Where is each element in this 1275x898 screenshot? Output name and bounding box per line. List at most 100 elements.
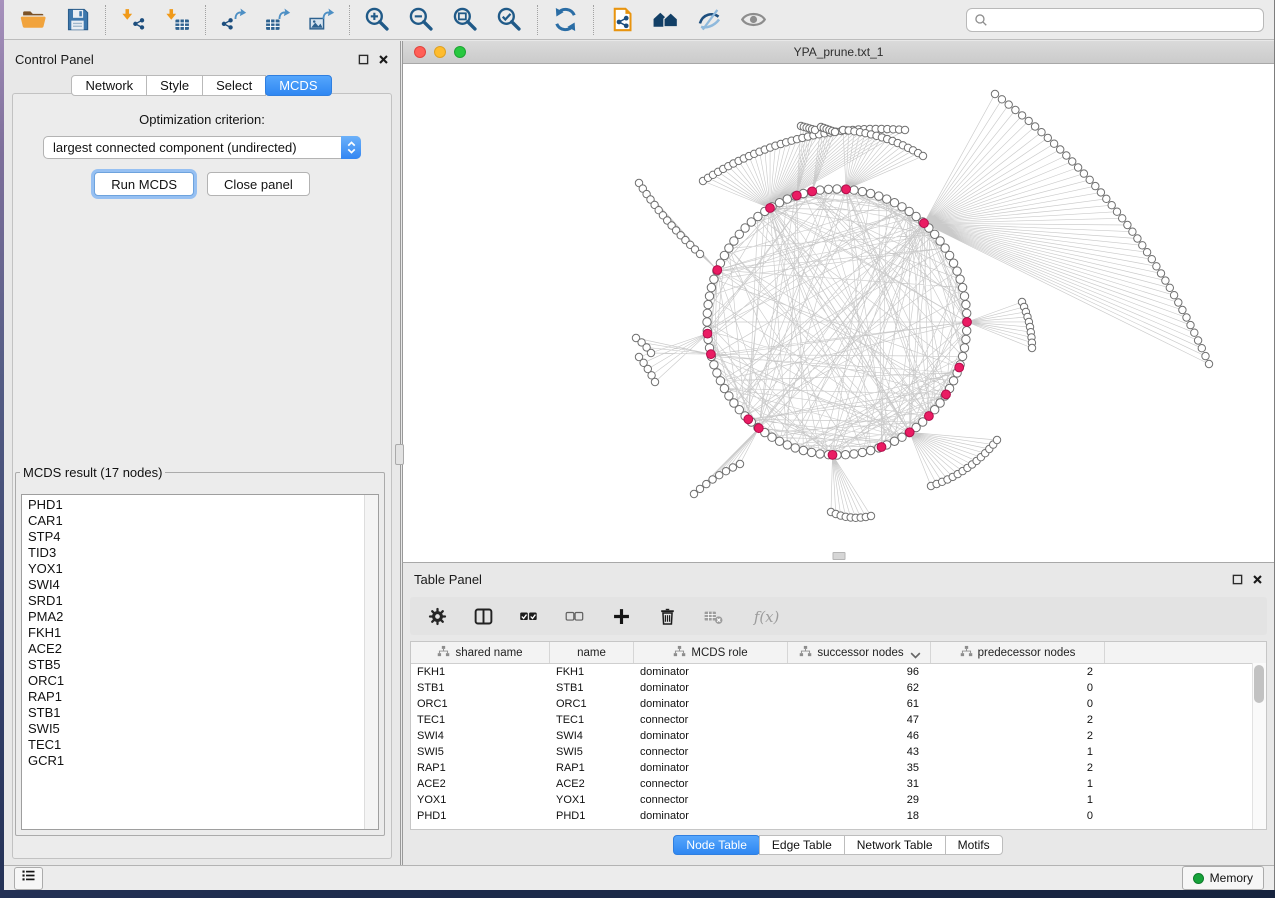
table-row[interactable]: TEC1TEC1connector472 xyxy=(411,712,1266,728)
columns-button[interactable] xyxy=(473,606,494,627)
table-cell: connector xyxy=(634,746,788,758)
hide-details-icon[interactable] xyxy=(696,6,723,33)
mcds-result-item[interactable]: ORC1 xyxy=(28,673,364,689)
mcds-result-list[interactable]: PHD1CAR1STP4TID3YOX1SWI4SRD1PMA2FKH1ACE2… xyxy=(22,495,364,829)
optimization-criterion-select[interactable]: largest connected component (undirected) xyxy=(43,136,361,159)
table-cell: dominator xyxy=(634,682,788,694)
mcds-result-item[interactable]: STP4 xyxy=(28,529,364,545)
column-header-shared-name[interactable]: shared name xyxy=(411,642,550,663)
save-session-icon[interactable] xyxy=(64,6,91,33)
close-window-icon[interactable] xyxy=(414,46,426,58)
table-row[interactable]: ACE2ACE2connector311 xyxy=(411,776,1266,792)
network-window-titlebar[interactable]: YPA_prune.txt_1 xyxy=(403,41,1274,64)
table-cell: TEC1 xyxy=(411,714,550,726)
table-row[interactable]: SWI5SWI5connector431 xyxy=(411,744,1266,760)
table-cell: 0 xyxy=(931,682,1105,694)
task-history-button[interactable] xyxy=(14,867,43,890)
result-scrollbar[interactable] xyxy=(364,495,378,829)
table-row[interactable]: YOX1YOX1connector291 xyxy=(411,792,1266,808)
mcds-result-item[interactable]: ACE2 xyxy=(28,641,364,657)
zoom-fit-icon[interactable] xyxy=(452,6,479,33)
tab-node-table[interactable]: Node Table xyxy=(673,835,760,855)
mcds-result-item[interactable]: STB1 xyxy=(28,705,364,721)
horizontal-splitter-handle[interactable] xyxy=(832,552,845,560)
mcds-result-item[interactable]: STB5 xyxy=(28,657,364,673)
mcds-result-item[interactable]: PHD1 xyxy=(28,497,364,513)
tab-edge-table[interactable]: Edge Table xyxy=(759,835,845,855)
mcds-result-item[interactable]: FKH1 xyxy=(28,625,364,641)
select-all-button[interactable] xyxy=(519,606,540,627)
import-table-icon[interactable] xyxy=(164,6,191,33)
mcds-result-item[interactable]: PMA2 xyxy=(28,609,364,625)
table-row[interactable]: SWI4SWI4dominator462 xyxy=(411,728,1266,744)
fx-button: f(x) xyxy=(749,606,785,627)
column-header-successor-nodes[interactable]: successor nodes xyxy=(788,642,931,663)
eye-icon[interactable] xyxy=(740,6,767,33)
tab-network-table[interactable]: Network Table xyxy=(844,835,946,855)
vertical-splitter-handle[interactable] xyxy=(395,444,404,465)
home-icon[interactable] xyxy=(652,6,679,33)
refresh-icon[interactable] xyxy=(552,6,579,33)
control-panel: Control Panel NetworkStyleSelectMCDS Opt… xyxy=(4,41,401,865)
tab-motifs[interactable]: Motifs xyxy=(945,835,1003,855)
export-network-icon[interactable] xyxy=(220,6,247,33)
zoom-selected-icon[interactable] xyxy=(496,6,523,33)
status-bar: Memory xyxy=(4,865,1274,890)
float-panel-icon[interactable] xyxy=(358,54,369,65)
close-panel-button[interactable]: Close panel xyxy=(207,172,310,196)
minimize-window-icon[interactable] xyxy=(434,46,446,58)
table-header-row: shared namenameMCDS rolesuccessor nodesp… xyxy=(411,642,1266,664)
share-document-icon[interactable] xyxy=(608,6,635,33)
table-row[interactable]: STB1STB1dominator620 xyxy=(411,680,1266,696)
mcds-result-item[interactable]: RAP1 xyxy=(28,689,364,705)
table-row[interactable]: PHD1PHD1dominator180 xyxy=(411,808,1266,824)
tab-network[interactable]: Network xyxy=(71,75,147,96)
mcds-result-item[interactable]: SWI5 xyxy=(28,721,364,737)
mcds-result-item[interactable]: YOX1 xyxy=(28,561,364,577)
search-input[interactable] xyxy=(993,12,1263,28)
tab-select[interactable]: Select xyxy=(202,75,266,96)
table-cell: 46 xyxy=(788,730,931,742)
delete-row-button[interactable] xyxy=(657,606,678,627)
open-session-icon[interactable] xyxy=(20,6,47,33)
table-cell: RAP1 xyxy=(550,762,634,774)
memory-button[interactable]: Memory xyxy=(1182,866,1264,890)
table-scrollbar-thumb[interactable] xyxy=(1254,665,1264,703)
import-network-icon[interactable] xyxy=(120,6,147,33)
table-cell: 2 xyxy=(931,714,1105,726)
main-toolbar xyxy=(4,0,1274,40)
mcds-result-item[interactable]: SRD1 xyxy=(28,593,364,609)
mcds-result-item[interactable]: CAR1 xyxy=(28,513,364,529)
zoom-out-icon[interactable] xyxy=(408,6,435,33)
export-image-icon[interactable] xyxy=(308,6,335,33)
table-row[interactable]: RAP1RAP1dominator352 xyxy=(411,760,1266,776)
network-canvas[interactable] xyxy=(403,64,1274,562)
table-scrollbar[interactable] xyxy=(1252,663,1266,829)
column-header-predecessor-nodes[interactable]: predecessor nodes xyxy=(931,642,1105,663)
mcds-result-item[interactable]: SWI4 xyxy=(28,577,364,593)
run-mcds-button[interactable]: Run MCDS xyxy=(94,172,194,196)
table-cell: dominator xyxy=(634,698,788,710)
column-header-name[interactable]: name xyxy=(550,642,634,663)
table-row[interactable]: FKH1FKH1dominator962 xyxy=(411,664,1266,680)
mcds-result-item[interactable]: GCR1 xyxy=(28,753,364,769)
search-box[interactable] xyxy=(966,8,1264,32)
table-panel-tabs: Node TableEdge TableNetwork TableMotifs xyxy=(403,835,1274,855)
tab-style[interactable]: Style xyxy=(146,75,203,96)
select-stepper-icon xyxy=(341,136,361,159)
add-row-button[interactable] xyxy=(611,606,632,627)
zoom-in-icon[interactable] xyxy=(364,6,391,33)
table-row[interactable]: ORC1ORC1dominator610 xyxy=(411,696,1266,712)
float-table-panel-icon[interactable] xyxy=(1232,574,1243,585)
column-header-mcds-role[interactable]: MCDS role xyxy=(634,642,788,663)
mcds-result-item[interactable]: TEC1 xyxy=(28,737,364,753)
table-cell: dominator xyxy=(634,730,788,742)
close-table-panel-icon[interactable] xyxy=(1252,574,1263,585)
deselect-all-button[interactable] xyxy=(565,606,586,627)
mcds-result-item[interactable]: TID3 xyxy=(28,545,364,561)
close-panel-icon[interactable] xyxy=(378,54,389,65)
maximize-window-icon[interactable] xyxy=(454,46,466,58)
tab-mcds[interactable]: MCDS xyxy=(265,75,331,96)
export-table-icon[interactable] xyxy=(264,6,291,33)
gear-button[interactable] xyxy=(427,606,448,627)
